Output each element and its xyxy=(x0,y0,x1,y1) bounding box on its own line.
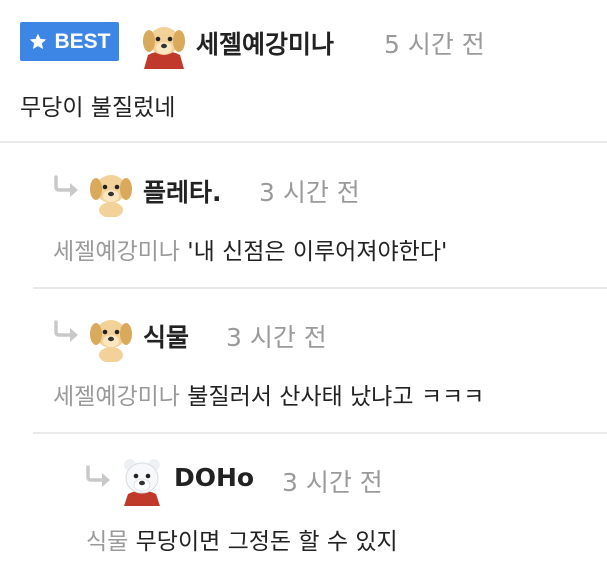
comment-text: 무당이 불질렀네 xyxy=(20,95,176,121)
divider xyxy=(33,287,607,289)
timestamp: 3 시간 전 xyxy=(259,178,360,207)
timestamp: 5 시간 전 xyxy=(384,30,485,59)
reply-arrow-icon xyxy=(54,175,78,197)
mention-link[interactable]: 식물 xyxy=(86,529,128,555)
author-name[interactable]: 식물 xyxy=(143,318,189,354)
mention-link[interactable]: 세젤예강미나 xyxy=(53,239,180,265)
best-comment: BEST 세젤예강미나 5 시간 전 무당이 불질렀네 xyxy=(0,0,607,142)
reply-arrow-icon xyxy=(86,465,110,487)
comment-text: 세젤예강미나 '내 신점은 이루어져야한다' xyxy=(53,232,447,266)
puppy-caped-avatar[interactable] xyxy=(138,17,190,69)
mention-link[interactable]: 세젤예강미나 xyxy=(53,384,180,410)
white-bear-avatar[interactable] xyxy=(116,454,168,506)
timestamp: 3 시간 전 xyxy=(226,323,327,352)
best-badge: BEST xyxy=(20,22,119,61)
reply-text: 무당이면 그정돈 할 수 있지 xyxy=(135,529,398,555)
puppy-avatar[interactable] xyxy=(85,165,137,217)
timestamp: 3 시간 전 xyxy=(282,468,383,497)
comment-text: 세젤예강미나 불질러서 산사태 났냐고 ㅋㅋㅋ xyxy=(53,377,484,411)
author-name[interactable]: 플레타. xyxy=(143,173,222,209)
divider xyxy=(33,432,607,434)
reply-text: '내 신점은 이루어져야한다' xyxy=(187,239,448,265)
best-badge-label: BEST xyxy=(54,29,111,53)
star-icon xyxy=(30,33,47,49)
author-name[interactable]: 세젤예강미나 xyxy=(196,25,334,61)
reply-arrow-icon xyxy=(54,320,78,342)
reply-text: 불질러서 산사태 났냐고 ㅋㅋㅋ xyxy=(187,384,485,410)
divider xyxy=(0,141,607,143)
puppy-avatar[interactable] xyxy=(85,310,137,362)
author-name[interactable]: DOHo xyxy=(174,463,254,492)
comment-text: 식물 무당이면 그정돈 할 수 있지 xyxy=(86,522,398,556)
